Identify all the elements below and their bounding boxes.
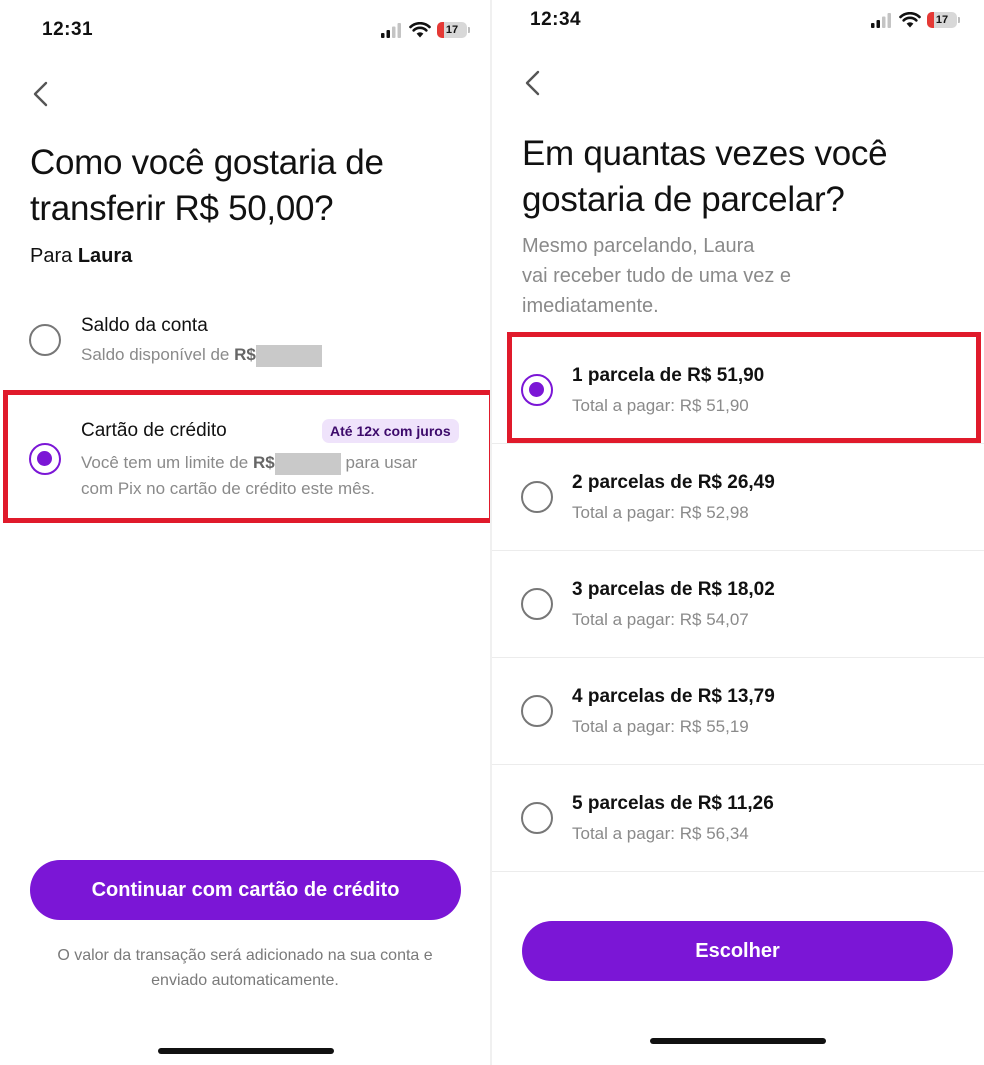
battery-level: 17 bbox=[445, 24, 459, 36]
balance-prefix: Saldo disponível de bbox=[81, 345, 230, 364]
cellular-signal-icon bbox=[381, 23, 401, 38]
desc-line2: vai receber tudo de uma vez e bbox=[522, 265, 792, 287]
radio-installment-5[interactable] bbox=[521, 802, 553, 834]
page-description: Mesmo parcelando, Laura vai receber tudo… bbox=[522, 231, 791, 321]
recipient-line: Para Laura bbox=[30, 245, 132, 268]
page-title-line1: Em quantas vezes você bbox=[522, 134, 888, 173]
installments-screen: 12:34 17 Em quantas vezes você gostaria … bbox=[490, 0, 984, 1065]
wifi-icon bbox=[899, 12, 921, 28]
cellular-signal-icon bbox=[871, 13, 891, 28]
page-title-line1: Como você gostaria de bbox=[30, 143, 384, 182]
battery-icon: 17 bbox=[437, 22, 467, 38]
installment-option-5[interactable]: 5 parcelas de R$ 11,26 Total a pagar: R$… bbox=[492, 765, 984, 872]
status-bar: 12:31 17 bbox=[0, 0, 490, 60]
radio-installment-3[interactable] bbox=[521, 588, 553, 620]
highlight-box bbox=[507, 332, 981, 443]
installment-total: Total a pagar: R$ 52,98 bbox=[572, 503, 749, 522]
installment-total: Total a pagar: R$ 55,19 bbox=[572, 717, 749, 736]
battery-level: 17 bbox=[935, 14, 949, 26]
status-icons: 17 bbox=[381, 22, 470, 38]
installment-option-4[interactable]: 4 parcelas de R$ 13,79 Total a pagar: R$… bbox=[492, 658, 984, 765]
chevron-left-icon bbox=[33, 81, 48, 107]
continue-credit-card-button[interactable]: Continuar com cartão de crédito bbox=[30, 860, 461, 920]
option-subtitle: Saldo disponível de R$ bbox=[81, 342, 322, 368]
page-title-line2: transferir R$ 50,00? bbox=[30, 189, 334, 228]
desc-line3: imediatamente. bbox=[522, 295, 659, 317]
divider bbox=[492, 871, 984, 872]
back-button[interactable] bbox=[522, 69, 544, 102]
installment-title: 3 parcelas de R$ 18,02 bbox=[572, 579, 775, 600]
option-account-balance[interactable]: Saldo da conta Saldo disponível de R$ bbox=[0, 300, 490, 380]
battery-icon: 17 bbox=[927, 12, 957, 28]
battery-tip bbox=[468, 27, 470, 33]
redacted-balance bbox=[255, 344, 322, 367]
installment-title: 5 parcelas de R$ 11,26 bbox=[572, 793, 774, 814]
page-title: Em quantas vezes você gostaria de parcel… bbox=[522, 131, 888, 223]
transfer-method-screen: 12:31 17 Como você gostaria de transferi… bbox=[0, 0, 490, 1065]
option-title: Saldo da conta bbox=[81, 315, 208, 336]
status-time: 12:34 bbox=[530, 9, 582, 30]
installment-total: Total a pagar: R$ 54,07 bbox=[572, 610, 749, 629]
back-button[interactable] bbox=[30, 80, 52, 113]
installment-option-2[interactable]: 2 parcelas de R$ 26,49 Total a pagar: R$… bbox=[492, 444, 984, 551]
radio-installment-4[interactable] bbox=[521, 695, 553, 727]
recipient-prefix: Para bbox=[30, 245, 73, 267]
recipient-name: Laura bbox=[77, 245, 133, 267]
home-indicator bbox=[158, 1048, 334, 1054]
choose-button[interactable]: Escolher bbox=[522, 921, 953, 981]
page-title: Como você gostaria de transferir R$ 50,0… bbox=[30, 140, 384, 232]
radio-account-balance[interactable] bbox=[29, 324, 61, 356]
page-title-line2: gostaria de parcelar? bbox=[522, 180, 845, 219]
desc-line1: Mesmo parcelando, Laura bbox=[522, 235, 755, 257]
footnote: O valor da transação será adicionado na … bbox=[0, 943, 490, 993]
battery-tip bbox=[958, 17, 960, 23]
highlight-box bbox=[3, 390, 490, 523]
home-indicator bbox=[650, 1038, 826, 1044]
installment-option-3[interactable]: 3 parcelas de R$ 18,02 Total a pagar: R$… bbox=[492, 551, 984, 658]
radio-installment-2[interactable] bbox=[521, 481, 553, 513]
installment-title: 2 parcelas de R$ 26,49 bbox=[572, 472, 775, 493]
status-time: 12:31 bbox=[42, 19, 94, 40]
chevron-left-icon bbox=[525, 70, 540, 96]
balance-currency: R$ bbox=[234, 345, 256, 364]
footnote-line1: O valor da transação será adicionado na … bbox=[57, 947, 433, 964]
status-icons: 17 bbox=[871, 12, 960, 28]
status-bar: 12:34 17 bbox=[492, 0, 984, 60]
installment-title: 4 parcelas de R$ 13,79 bbox=[572, 686, 775, 707]
footnote-line2: enviado automaticamente. bbox=[151, 972, 339, 989]
wifi-icon bbox=[409, 22, 431, 38]
installment-total: Total a pagar: R$ 56,34 bbox=[572, 824, 749, 843]
